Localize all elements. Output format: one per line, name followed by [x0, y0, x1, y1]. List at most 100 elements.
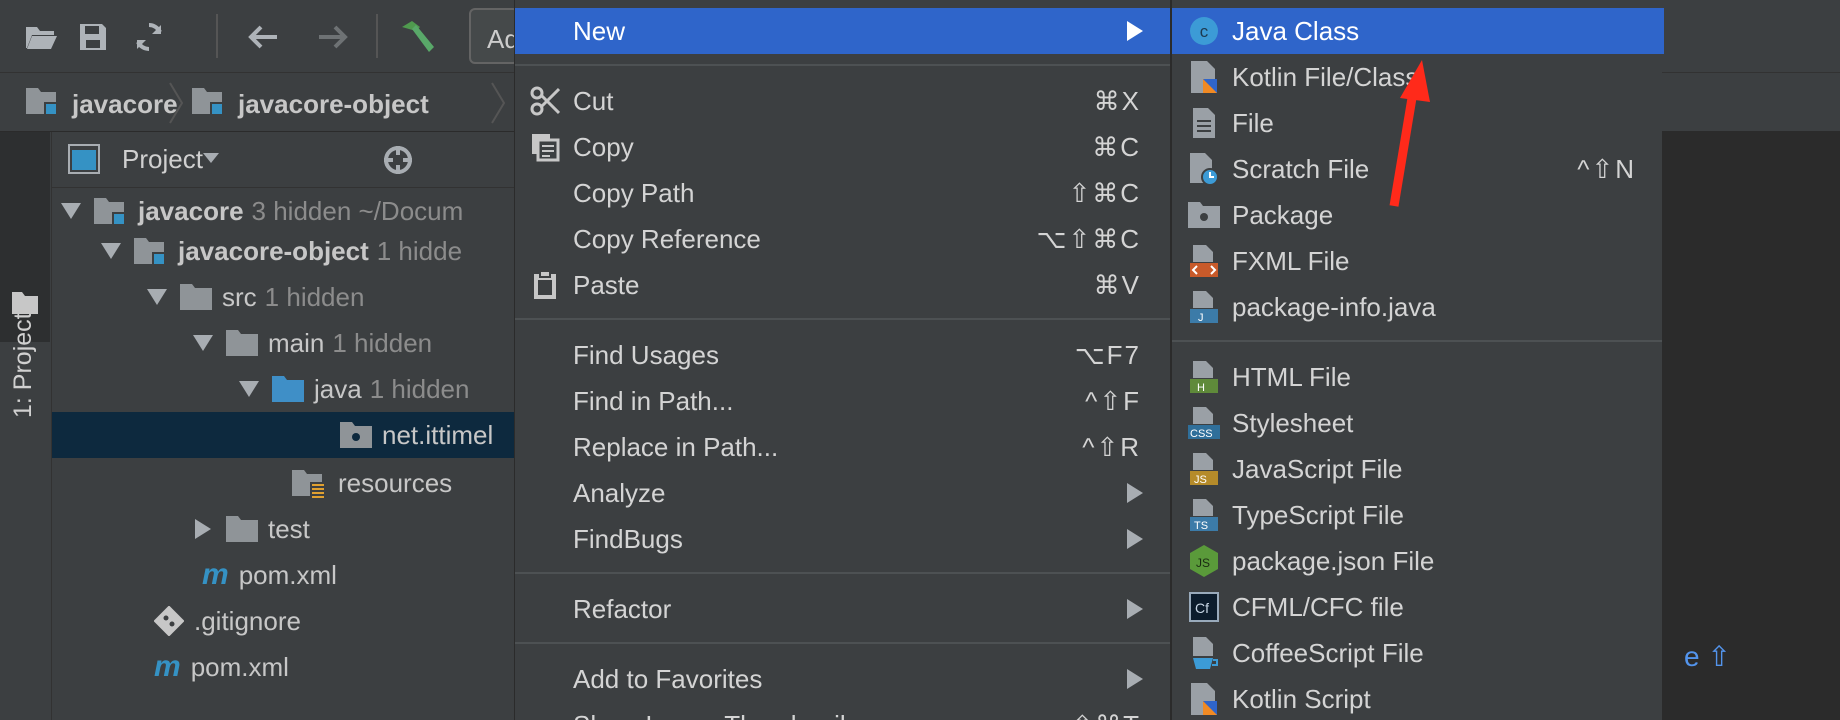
html-file-icon: H — [1184, 357, 1224, 397]
tree-node-test[interactable]: test — [52, 506, 514, 552]
sync-icon[interactable] — [126, 14, 172, 60]
project-window-icon — [68, 144, 100, 174]
menu-item-label: FindBugs — [573, 523, 683, 554]
submenu-item-javascript-file[interactable]: JS JavaScript File — [1172, 446, 1664, 492]
tree-node-resources[interactable]: resources — [52, 460, 514, 506]
menu-item-refactor[interactable]: Refactor — [515, 586, 1171, 632]
menu-item-copy[interactable]: Copy ⌘C — [515, 124, 1171, 170]
kotlin-file-icon — [1184, 57, 1224, 97]
menu-item-label: Find Usages — [573, 339, 719, 370]
expand-arrow-icon[interactable] — [234, 381, 264, 397]
expand-arrow-icon[interactable] — [142, 289, 172, 305]
menu-item-label: Refactor — [573, 593, 672, 624]
menu-item-find-in-path[interactable]: Find in Path... ^⇧F — [515, 378, 1171, 424]
svg-text:JS: JS — [1194, 474, 1207, 486]
open-folder-icon[interactable] — [18, 14, 64, 60]
menu-item-analyze[interactable]: Analyze — [515, 470, 1171, 516]
project-view-title[interactable]: Project — [122, 144, 203, 175]
tree-node-label: test — [268, 513, 310, 544]
submenu-arrow-icon — [1127, 529, 1143, 549]
submenu-item-fxml-file[interactable]: FXML File — [1172, 238, 1664, 284]
view-dropdown-icon[interactable] — [202, 152, 220, 164]
submenu-item-cfml-file[interactable]: Cf CFML/CFC file — [1172, 584, 1664, 630]
locate-target-icon[interactable] — [382, 144, 414, 176]
coffeescript-file-icon — [1184, 633, 1224, 673]
submenu-item-label: Scratch File — [1232, 153, 1370, 184]
build-hammer-icon[interactable] — [394, 14, 440, 60]
menu-item-shortcut: ⌘X — [1093, 85, 1141, 116]
menu-item-show-thumbnails[interactable]: Show Image Thumbnails ⇧⌘T — [515, 702, 1171, 720]
menu-item-copy-reference[interactable]: Copy Reference ⌥⇧⌘C — [515, 216, 1171, 262]
submenu-item-java-class[interactable]: c Java Class — [1172, 8, 1664, 54]
clipboard-icon — [525, 270, 565, 300]
tree-node-pom-module[interactable]: m pom.xml — [52, 552, 514, 598]
tree-node-package-selected[interactable]: net.ittimel — [52, 412, 514, 458]
menu-item-label: Find in Path... — [573, 385, 734, 416]
submenu-item-stylesheet[interactable]: CSS Stylesheet — [1172, 400, 1664, 446]
menu-item-replace-in-path[interactable]: Replace in Path... ^⇧R — [515, 424, 1171, 470]
tree-node-java[interactable]: java 1 hidden — [52, 366, 514, 412]
menu-item-add-to-favorites[interactable]: Add to Favorites — [515, 656, 1171, 702]
svg-text:J: J — [1198, 312, 1204, 324]
menu-item-cut[interactable]: Cut ⌘X — [515, 78, 1171, 124]
menu-item-shortcut: ⌘V — [1093, 269, 1141, 300]
svg-text:CSS: CSS — [1190, 428, 1213, 440]
submenu-item-label: HTML File — [1232, 361, 1351, 392]
breadcrumb-label: javacore — [72, 88, 178, 119]
scissors-icon — [525, 86, 565, 116]
submenu-item-package-info[interactable]: J package-info.java — [1172, 284, 1664, 330]
tree-node-gitignore[interactable]: .gitignore — [52, 598, 514, 644]
editor-hint-text: e ⇧ — [1684, 641, 1731, 672]
tree-node-javacore-object[interactable]: javacore-object 1 hidde — [52, 228, 514, 274]
submenu-arrow-icon — [1127, 483, 1143, 503]
menu-item-paste[interactable]: Paste ⌘V — [515, 262, 1171, 308]
tree-node-label: javacore — [138, 195, 244, 226]
tree-node-label: javacore-object — [178, 235, 369, 266]
submenu-item-package-json[interactable]: JS package.json File — [1172, 538, 1664, 584]
expand-arrow-icon[interactable] — [96, 243, 126, 259]
nodejs-icon: JS — [1184, 541, 1224, 581]
tree-node-label: main — [268, 327, 325, 358]
submenu-item-typescript-file[interactable]: TS TypeScript File — [1172, 492, 1664, 538]
submenu-item-label: CoffeeScript File — [1232, 637, 1424, 668]
menu-item-label: Add to Favorites — [573, 663, 763, 694]
source-folder-icon — [272, 376, 304, 402]
collapse-arrow-icon[interactable] — [188, 519, 218, 539]
tree-node-label: pom.xml — [190, 651, 289, 682]
save-all-icon[interactable] — [70, 14, 116, 60]
maven-icon: m — [154, 650, 181, 683]
submenu-item-html-file[interactable]: H HTML File — [1172, 354, 1664, 400]
forward-arrow-icon[interactable] — [310, 14, 356, 60]
module-icon — [192, 86, 226, 123]
menu-item-find-usages[interactable]: Find Usages ⌥F7 — [515, 332, 1171, 378]
toolbar-separator — [216, 14, 218, 58]
package-icon — [1184, 195, 1224, 235]
menu-item-new[interactable]: New — [515, 8, 1171, 54]
expand-arrow-icon[interactable] — [56, 203, 86, 219]
submenu-item-label: package.json File — [1232, 545, 1435, 576]
expand-arrow-icon[interactable] — [188, 335, 218, 351]
menu-item-copy-path[interactable]: Copy Path ⇧⌘C — [515, 170, 1171, 216]
breadcrumb-label: javacore-object — [238, 88, 429, 119]
tree-node-main[interactable]: main 1 hidden — [52, 320, 514, 366]
submenu-item-kotlin-script[interactable]: Kotlin Script — [1172, 676, 1664, 720]
tree-node-pom-root[interactable]: m pom.xml — [52, 644, 514, 690]
context-menu: New Cut ⌘X Copy ⌘C Copy Path ⇧⌘C Copy Re… — [514, 0, 1171, 720]
scratch-file-icon — [1184, 149, 1224, 189]
submenu-arrow-icon — [1127, 669, 1143, 689]
java-file-icon: J — [1184, 287, 1224, 327]
menu-item-findbugs[interactable]: FindBugs — [515, 516, 1171, 562]
project-tool-tab[interactable]: 1: Project — [0, 132, 50, 418]
menu-item-shortcut: ⌥F7 — [1074, 339, 1141, 370]
tree-node-src[interactable]: src 1 hidden — [52, 274, 514, 320]
run-config-combo[interactable]: Ad — [469, 8, 519, 64]
typescript-file-icon: TS — [1184, 495, 1224, 535]
submenu-item-coffeescript-file[interactable]: CoffeeScript File — [1172, 630, 1664, 676]
editor-area[interactable]: e ⇧ — [1662, 132, 1840, 720]
breadcrumb-item-javacore[interactable]: javacore — [26, 87, 178, 121]
submenu-item-label: File — [1232, 107, 1274, 138]
tree-node-hint: 1 hidde — [376, 235, 463, 266]
breadcrumb-item-javacore-object[interactable]: javacore-object — [192, 87, 429, 121]
submenu-item-label: package-info.java — [1232, 291, 1436, 322]
back-arrow-icon[interactable] — [240, 14, 286, 60]
